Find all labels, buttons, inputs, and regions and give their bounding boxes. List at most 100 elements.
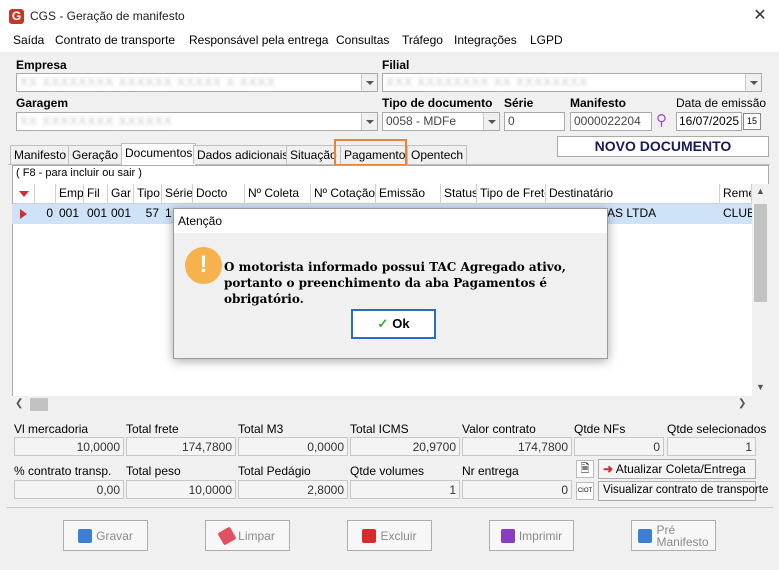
- menu-integracoes[interactable]: Integrações: [454, 33, 517, 47]
- filial-combo[interactable]: XXX XXXXXXXX XX XXXXXXXX: [382, 73, 762, 92]
- vertical-scrollbar[interactable]: ▲ ▼: [752, 184, 769, 413]
- grid-header-blank[interactable]: [35, 184, 56, 204]
- tab-dados-adicionais[interactable]: Dados adicionais: [193, 145, 293, 164]
- menu-lgpd[interactable]: LGPD: [530, 33, 563, 47]
- total-frete-label: Total frete: [126, 422, 179, 436]
- calendar-icon[interactable]: 15: [743, 113, 761, 130]
- ok-label: Ok: [392, 316, 410, 331]
- scroll-up-icon[interactable]: ▲: [756, 186, 765, 196]
- search-icon[interactable]: ⚲: [656, 111, 667, 129]
- valor-contrato-label: Valor contrato: [462, 422, 536, 436]
- total-frete-field: 174,7800: [126, 437, 236, 456]
- tab-manifesto[interactable]: Manifesto: [10, 145, 71, 164]
- qtde-volumes-label: Qtde volumes: [350, 464, 425, 478]
- close-icon[interactable]: ✕: [748, 6, 772, 26]
- grid-header-reme[interactable]: Reme: [720, 184, 752, 204]
- grid-header-serie[interactable]: Série: [162, 184, 193, 204]
- title-bar: G CGS - Geração de manifesto ✕: [0, 0, 779, 30]
- vl-mercadoria-label: Vl mercadoria: [14, 422, 89, 436]
- scroll-left-icon[interactable]: ❮: [15, 398, 23, 409]
- cell-gar: 001: [111, 206, 132, 220]
- qtde-nfs-field: 0: [574, 437, 664, 456]
- grid-header-fil[interactable]: Fil: [84, 184, 108, 204]
- menu-responsavel-entrega[interactable]: Responsável pela entrega: [189, 33, 328, 47]
- imprimir-button[interactable]: Imprimir: [489, 520, 574, 551]
- menu-contrato-transporte[interactable]: Contrato de transporte: [55, 33, 175, 47]
- ok-button[interactable]: ✓ Ok: [351, 309, 436, 339]
- pct-contrato-field: 0,00: [14, 480, 124, 499]
- tipo-documento-combo[interactable]: 0058 - MDFe: [382, 112, 500, 131]
- ciot-icon[interactable]: CIOT: [576, 482, 594, 500]
- pct-contrato-label: % contrato transp.: [14, 464, 112, 478]
- dialog-message: O motorista informado possui TAC Agregad…: [224, 260, 566, 306]
- grid-header-sort[interactable]: [13, 184, 35, 204]
- serie-field[interactable]: 0: [504, 112, 565, 131]
- grid-header-tipo-frete[interactable]: Tipo de Frete: [477, 184, 546, 204]
- scroll-thumb-h[interactable]: [30, 398, 48, 411]
- document-icon[interactable]: 🗎: [576, 460, 594, 478]
- manifesto-field[interactable]: 0000022204: [570, 112, 652, 131]
- grid-hint: ( F8 - para incluir ou sair ): [16, 167, 142, 179]
- horizontal-scrollbar[interactable]: ❮ ❯: [12, 396, 754, 413]
- printer-icon: [500, 528, 515, 543]
- empresa-value: XX XXXXXXXX XXXXXX XXXXX X XXXX: [20, 75, 276, 89]
- qtde-volumes-field: 1: [350, 480, 460, 499]
- grid-header-gar[interactable]: Gar: [108, 184, 134, 204]
- garagem-label: Garagem: [16, 96, 69, 110]
- cell-reme: CLUB: [723, 206, 752, 220]
- grid-header-emissao[interactable]: Emissão: [376, 184, 441, 204]
- eraser-icon: [217, 525, 237, 546]
- grid-header-docto[interactable]: Docto: [193, 184, 245, 204]
- tab-opentech[interactable]: Opentech: [407, 145, 468, 164]
- filial-label: Filial: [382, 58, 410, 72]
- nr-entrega-label: Nr entrega: [462, 464, 519, 478]
- tipo-documento-value: 0058 - MDFe: [386, 114, 457, 128]
- grid-header-status[interactable]: Status: [441, 184, 477, 204]
- cell-tipo: 57: [145, 206, 159, 220]
- total-icms-field: 20,9700: [350, 437, 460, 456]
- chevron-down-icon[interactable]: [483, 113, 499, 130]
- grid-header-emp[interactable]: Emp: [56, 184, 84, 204]
- total-pedagio-label: Total Pedágio: [238, 464, 311, 478]
- garagem-value: XX XXXXXXXX XXXXXX: [20, 114, 173, 128]
- attention-dialog: Atenção ! O motorista informado possui T…: [173, 208, 608, 359]
- empresa-combo[interactable]: XX XXXXXXXX XXXXXX XXXXX X XXXX: [16, 73, 378, 92]
- tab-geracao[interactable]: Geração: [68, 145, 123, 164]
- grid-header-cotacao[interactable]: Nº Cotação: [311, 184, 376, 204]
- tab-situacao[interactable]: Situação: [286, 145, 341, 164]
- total-m3-field: 0,0000: [238, 437, 348, 456]
- qtde-selecionados-field: 1: [667, 437, 756, 456]
- gravar-button[interactable]: Gravar: [63, 520, 148, 551]
- grid-header-tipo[interactable]: Tipo: [134, 184, 162, 204]
- chevron-down-icon[interactable]: [361, 113, 377, 130]
- scroll-right-icon[interactable]: ❯: [738, 398, 746, 409]
- data-emissao-field[interactable]: 16/07/2025: [676, 112, 742, 131]
- menu-consultas[interactable]: Consultas: [336, 33, 389, 47]
- status-banner: NOVO DOCUMENTO: [557, 136, 769, 157]
- menu-saida[interactable]: Saída: [13, 33, 44, 47]
- chevron-down-icon[interactable]: [361, 74, 377, 91]
- limpar-button[interactable]: Limpar: [205, 520, 290, 551]
- excluir-button[interactable]: Excluir: [347, 520, 432, 551]
- window-title: CGS - Geração de manifesto: [30, 9, 185, 23]
- scroll-down-icon[interactable]: ▼: [756, 382, 765, 392]
- pre-manifesto-button[interactable]: Pré Manifesto: [631, 520, 716, 551]
- filial-value: XXX XXXXXXXX XX XXXXXXXX: [386, 75, 589, 89]
- qtde-nfs-label: Qtde NFs: [574, 422, 626, 436]
- grid-header-destinatario[interactable]: Destinatário: [546, 184, 720, 204]
- data-emissao-label: Data de emissão: [676, 96, 767, 110]
- garagem-combo[interactable]: XX XXXXXXXX XXXXXX: [16, 112, 378, 131]
- grid-header-coleta[interactable]: Nº Coleta: [245, 184, 311, 204]
- tab-documentos[interactable]: Documentos: [121, 143, 197, 165]
- row-pointer-icon: [20, 209, 27, 219]
- menu-bar: Saída Contrato de transporte Responsável…: [0, 30, 779, 52]
- save-icon: [78, 528, 93, 543]
- cell-destinatario: AS LTDA: [607, 206, 657, 220]
- chevron-down-icon[interactable]: [745, 74, 761, 91]
- scroll-thumb[interactable]: [754, 204, 767, 302]
- pagamento-highlight: [334, 139, 407, 166]
- total-pedagio-field: 2,8000: [238, 480, 348, 499]
- atualizar-coleta-button[interactable]: ➜ Atualizar Coleta/Entrega: [598, 459, 756, 479]
- visualizar-contrato-button[interactable]: Visualizar contrato de transporte: [598, 481, 768, 501]
- menu-trafego[interactable]: Tráfego: [402, 33, 443, 47]
